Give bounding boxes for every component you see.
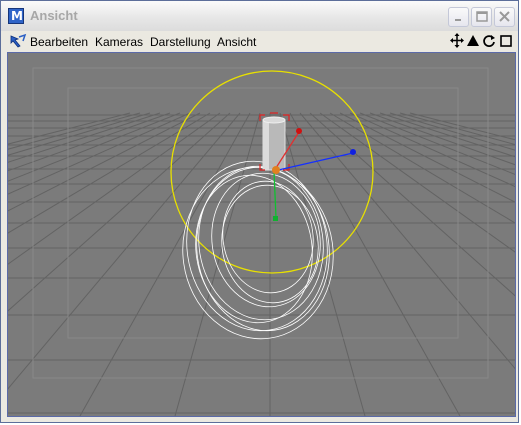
maximize-icon [476,11,488,22]
title-bar[interactable]: M Ansicht [1,1,518,31]
close-icon [499,11,510,22]
close-button[interactable] [494,7,515,27]
z-axis-knob[interactable] [350,149,356,155]
window: M Ansicht Bearbeiten Kameras Darstellung… [0,0,519,423]
app-icon-letter: M [11,9,23,23]
window-title: Ansicht [30,8,78,23]
menu-bearbeiten[interactable]: Bearbeiten [30,35,88,49]
rotate-view-icon[interactable] [482,33,496,49]
minimize-icon [455,19,461,21]
zoom-view-icon[interactable] [466,33,480,49]
viewport-background [8,53,515,416]
app-icon[interactable]: M [8,8,24,24]
viewport-scene[interactable] [8,53,515,416]
minimize-button[interactable] [448,7,469,27]
x-axis-knob[interactable] [296,128,302,134]
menu-ansicht[interactable]: Ansicht [217,35,256,49]
y-axis-knob[interactable] [273,216,278,221]
menu-kameras[interactable]: Kameras [95,35,143,49]
3d-viewport[interactable] [7,52,516,417]
navigate-arrow-icon[interactable] [9,33,27,50]
toggle-view-icon[interactable] [499,33,513,49]
cylinder-object[interactable] [262,116,286,171]
menu-darstellung[interactable]: Darstellung [150,35,211,49]
menu-bar: Bearbeiten Kameras Darstellung Ansicht [5,32,516,51]
move-view-icon[interactable] [450,33,464,49]
object-pivot[interactable] [272,166,280,174]
maximize-button[interactable] [471,7,492,27]
